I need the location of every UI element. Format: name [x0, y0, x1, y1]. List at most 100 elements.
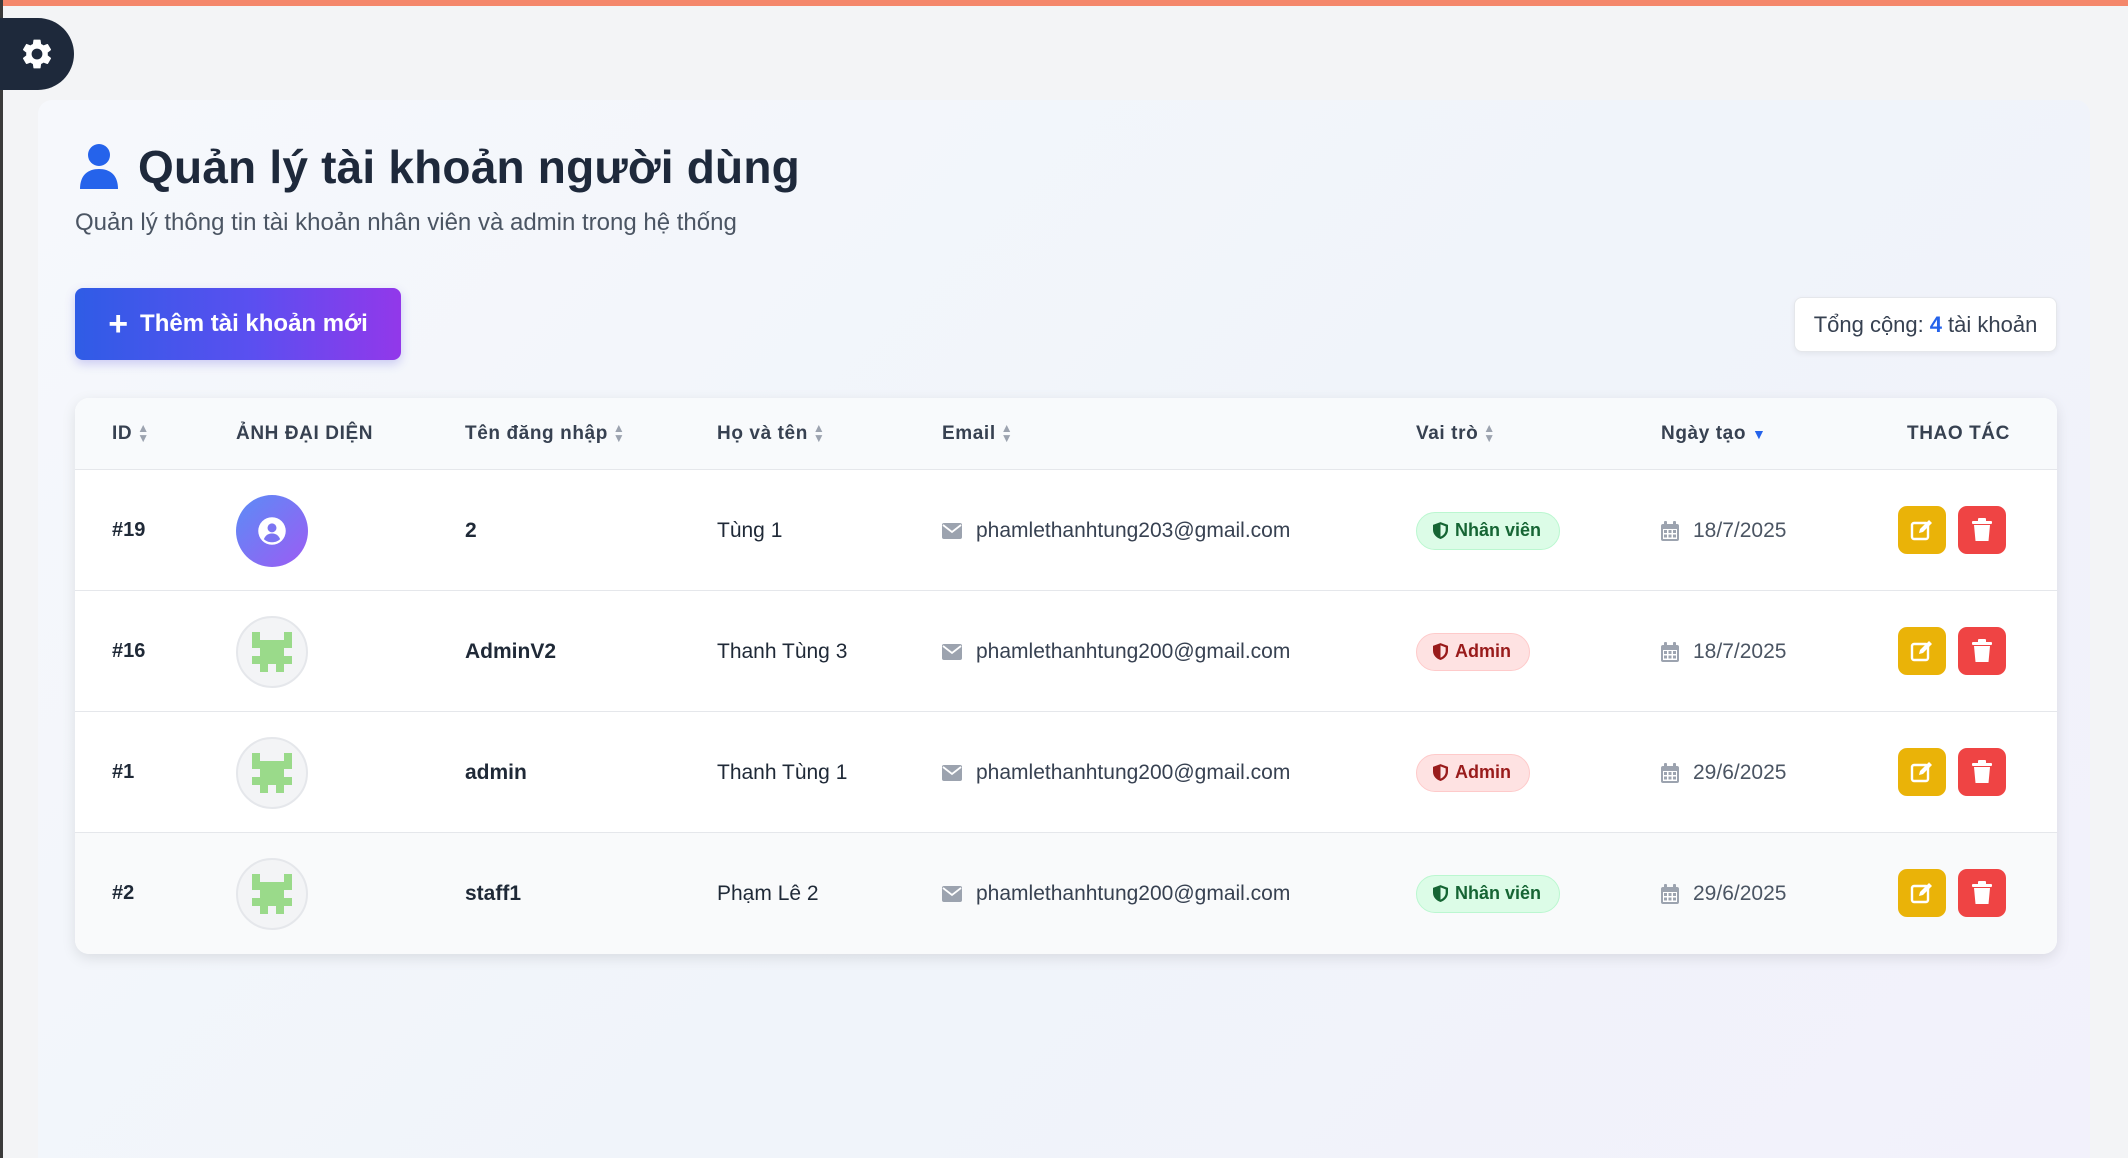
row-id: #2	[112, 882, 135, 904]
shield-icon	[1433, 522, 1448, 539]
row-fullname: Thanh Tùng 1	[717, 760, 848, 784]
row-id: #1	[112, 761, 135, 783]
column-header-created[interactable]: Ngày tạo ▼	[1661, 398, 1767, 470]
envelope-icon	[942, 885, 962, 902]
accounts-table: ID ▲ ▼ ẢNH ĐẠI DIỆN Tên đăng nhập ▲ ▼ Họ v…	[75, 398, 2057, 954]
row-role: Admin	[1416, 591, 1530, 712]
sort-desc-icon: ▼	[1752, 426, 1767, 442]
plus-icon: +	[108, 305, 129, 343]
row-id: #19	[112, 519, 146, 541]
role-label: Admin	[1455, 762, 1511, 782]
delete-button[interactable]	[1958, 869, 2006, 917]
column-header-email[interactable]: Email ▲ ▼	[942, 398, 1013, 470]
edit-icon	[1910, 641, 1932, 662]
envelope-icon	[942, 522, 962, 539]
date-text: 18/7/2025	[1693, 518, 1787, 542]
page-subtitle: Quản lý thông tin tài khoản nhân viên và…	[75, 209, 737, 236]
role-label: Nhân viên	[1455, 883, 1542, 903]
shield-icon	[1433, 885, 1448, 902]
table-header: ID ▲ ▼ ẢNH ĐẠI DIỆN Tên đăng nhập ▲ ▼ Họ v…	[75, 398, 2057, 470]
sort-icon: ▲ ▼	[1483, 421, 1496, 445]
column-header-role[interactable]: Vai trò ▲ ▼	[1416, 398, 1496, 470]
total-count: 4	[1929, 311, 1943, 337]
row-created: 29/6/2025	[1661, 833, 1786, 954]
row-created: 29/6/2025	[1661, 712, 1786, 833]
edit-button[interactable]	[1898, 627, 1946, 675]
column-header-label: Ngày tạo	[1661, 423, 1747, 444]
row-email: phamlethanhtung200@gmail.com	[942, 833, 1290, 954]
calendar-icon	[1661, 762, 1679, 783]
column-header-id[interactable]: ID ▲ ▼	[112, 398, 150, 470]
email-text[interactable]: phamlethanhtung200@gmail.com	[976, 640, 1290, 664]
table-row: #16 AdminV2 Thanh Tùng 3 phamlethanhtung…	[75, 591, 2057, 712]
row-username: AdminV2	[465, 639, 557, 663]
edit-icon	[1910, 520, 1932, 541]
status-badge: Admin	[1416, 632, 1530, 671]
avatar	[236, 712, 308, 833]
email-text[interactable]: phamlethanhtung203@gmail.com	[976, 519, 1290, 543]
top-accent-bar	[0, 0, 2128, 6]
delete-button[interactable]	[1958, 748, 2006, 796]
page-header: Quản lý tài khoản người dùng	[78, 140, 800, 194]
row-created: 18/7/2025	[1661, 470, 1786, 591]
add-account-button[interactable]: + Thêm tài khoản mới	[75, 288, 401, 360]
status-badge: Nhân viên	[1416, 511, 1561, 550]
total-count-box: Tổng cộng: 4 tài khoản	[1794, 297, 2057, 352]
row-fullname: Tùng 1	[717, 518, 783, 542]
column-header-actions: THAO TÁC	[1907, 398, 2010, 470]
row-role: Nhân viên	[1416, 470, 1561, 591]
column-header-label: Email	[942, 423, 996, 444]
status-badge: Nhân viên	[1416, 874, 1561, 913]
edit-icon	[1910, 762, 1932, 783]
sort-icon: ▲ ▼	[812, 421, 826, 445]
row-fullname: Phạm Lê 2	[717, 881, 819, 905]
delete-button[interactable]	[1958, 506, 2006, 554]
user-icon	[80, 144, 118, 189]
email-text[interactable]: phamlethanhtung200@gmail.com	[976, 882, 1290, 906]
settings-button[interactable]	[0, 18, 74, 90]
calendar-icon	[1661, 883, 1679, 904]
pixel-identicon	[236, 736, 308, 809]
status-badge: Admin	[1416, 753, 1530, 792]
avatar	[236, 833, 308, 954]
column-header-label: ID	[112, 423, 133, 444]
date-text: 29/6/2025	[1693, 760, 1787, 784]
row-created: 18/7/2025	[1661, 591, 1786, 712]
table-row: #2 staff1 Phạm Lê 2 phamlethanhtung200@g…	[75, 833, 2057, 954]
column-header-label: Vai trò	[1416, 423, 1479, 444]
column-header-username[interactable]: Tên đăng nhập ▲ ▼	[465, 398, 625, 470]
calendar-icon	[1661, 641, 1679, 662]
avatar	[236, 591, 308, 712]
row-username: staff1	[465, 881, 522, 905]
row-email: phamlethanhtung200@gmail.com	[942, 712, 1290, 833]
edit-button[interactable]	[1898, 748, 1946, 796]
edit-button[interactable]	[1898, 506, 1946, 554]
row-email: phamlethanhtung203@gmail.com	[942, 470, 1290, 591]
default-user-icon	[236, 494, 308, 567]
page-title: Quản lý tài khoản người dùng	[138, 141, 800, 193]
pixel-identicon	[236, 615, 308, 688]
edit-button[interactable]	[1898, 869, 1946, 917]
row-role: Nhân viên	[1416, 833, 1561, 954]
calendar-icon	[1661, 520, 1679, 541]
sort-icon: ▲ ▼	[612, 421, 626, 445]
row-username: 2	[465, 518, 477, 542]
table-row: #19 2 Tùng 1 phamlethanhtung203@gmail.co…	[75, 470, 2057, 591]
window-left-edge	[0, 0, 3, 1158]
gear-icon	[22, 39, 52, 69]
column-header-label: Tên đăng nhập	[465, 423, 608, 444]
email-text[interactable]: phamlethanhtung200@gmail.com	[976, 761, 1290, 785]
row-email: phamlethanhtung200@gmail.com	[942, 591, 1290, 712]
row-id: #16	[112, 640, 146, 662]
column-header-label: THAO TÁC	[1907, 423, 2010, 444]
trash-icon	[1972, 760, 1992, 783]
row-role: Admin	[1416, 712, 1530, 833]
trash-icon	[1972, 881, 1992, 904]
column-header-label: Họ và tên	[717, 423, 808, 444]
column-header-label: ẢNH ĐẠI DIỆN	[236, 423, 374, 444]
trash-icon	[1972, 518, 1992, 541]
row-fullname: Thanh Tùng 3	[717, 639, 848, 663]
delete-button[interactable]	[1958, 627, 2006, 675]
column-header-avatar: ẢNH ĐẠI DIỆN	[236, 398, 373, 470]
column-header-fullname[interactable]: Họ và tên ▲ ▼	[717, 398, 825, 470]
